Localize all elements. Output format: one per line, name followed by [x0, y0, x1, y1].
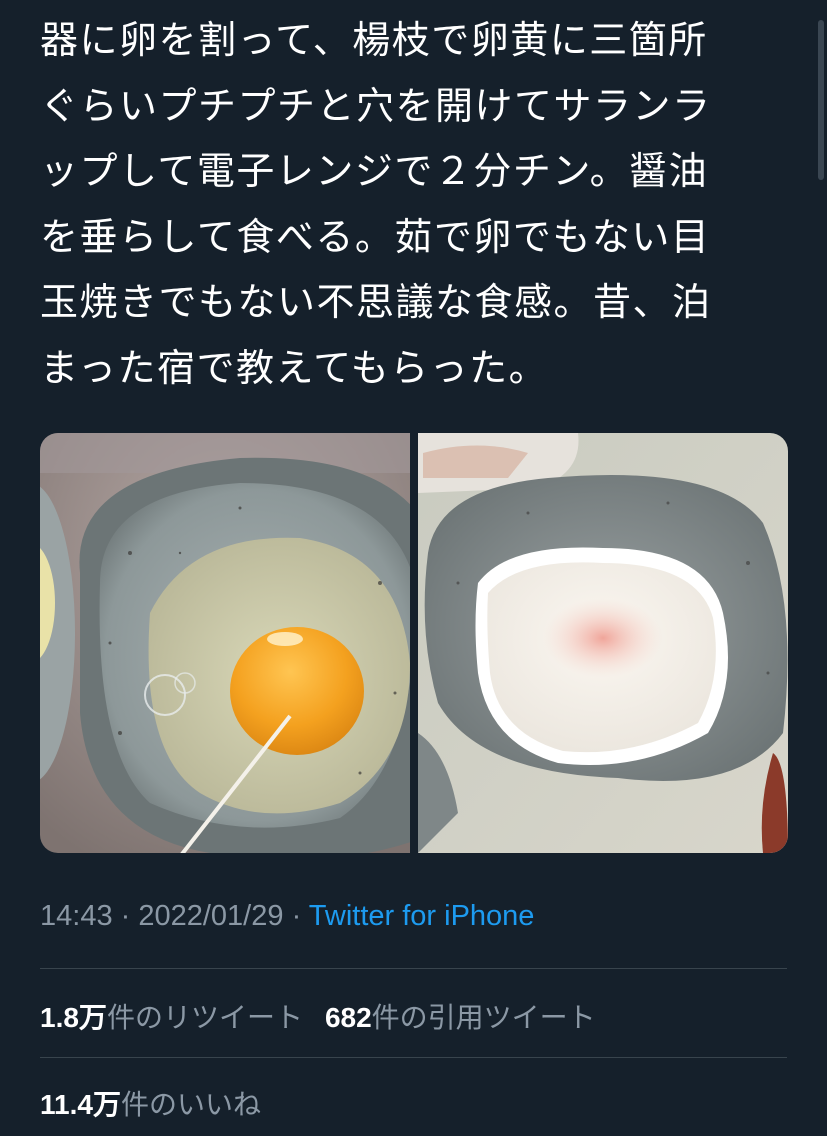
tweet-date: 2022/01/29 [138, 900, 284, 932]
photo-cooked-egg[interactable] [418, 433, 788, 853]
quotes-count: 682 [324, 1002, 372, 1033]
likes-stat[interactable]: 11.4万件のいいね [40, 1089, 261, 1120]
separator: · [283, 900, 309, 932]
divider [40, 1057, 787, 1058]
stats-row-likes: 11.4万件のいいね [40, 1083, 261, 1123]
photo-raw-egg[interactable] [40, 433, 410, 853]
tweet-text: 器に卵を割って、楊枝で卵黄に三箇所 ぐらいプチプチと穴を開けてサランラ ップして… [40, 18, 712, 390]
divider [40, 968, 787, 969]
retweets-stat[interactable]: 1.8万件のリツイート [40, 1002, 303, 1033]
raw-egg-illustration [40, 433, 410, 853]
retweets-count: 1.8万 [40, 1002, 107, 1033]
tweet-timestamp[interactable]: 14:43 · 2022/01/29 · Twitter for iPhone [40, 900, 534, 933]
separator: · [112, 900, 139, 932]
scrollbar[interactable] [818, 20, 824, 180]
quotes-stat[interactable]: 682件の引用ツイート [325, 1002, 596, 1033]
stats-row-shares: 1.8万件のリツイート 682件の引用ツイート [40, 996, 596, 1036]
likes-label: 件のいいね [120, 1089, 261, 1120]
tweet-source-link[interactable]: Twitter for iPhone [309, 900, 535, 932]
tweet-time: 14:43 [40, 900, 113, 932]
retweets-label: 件のリツイート [106, 1002, 303, 1033]
quotes-label: 件の引用ツイート [371, 1002, 596, 1033]
likes-count: 11.4万 [40, 1089, 121, 1120]
cooked-egg-illustration [418, 433, 788, 853]
